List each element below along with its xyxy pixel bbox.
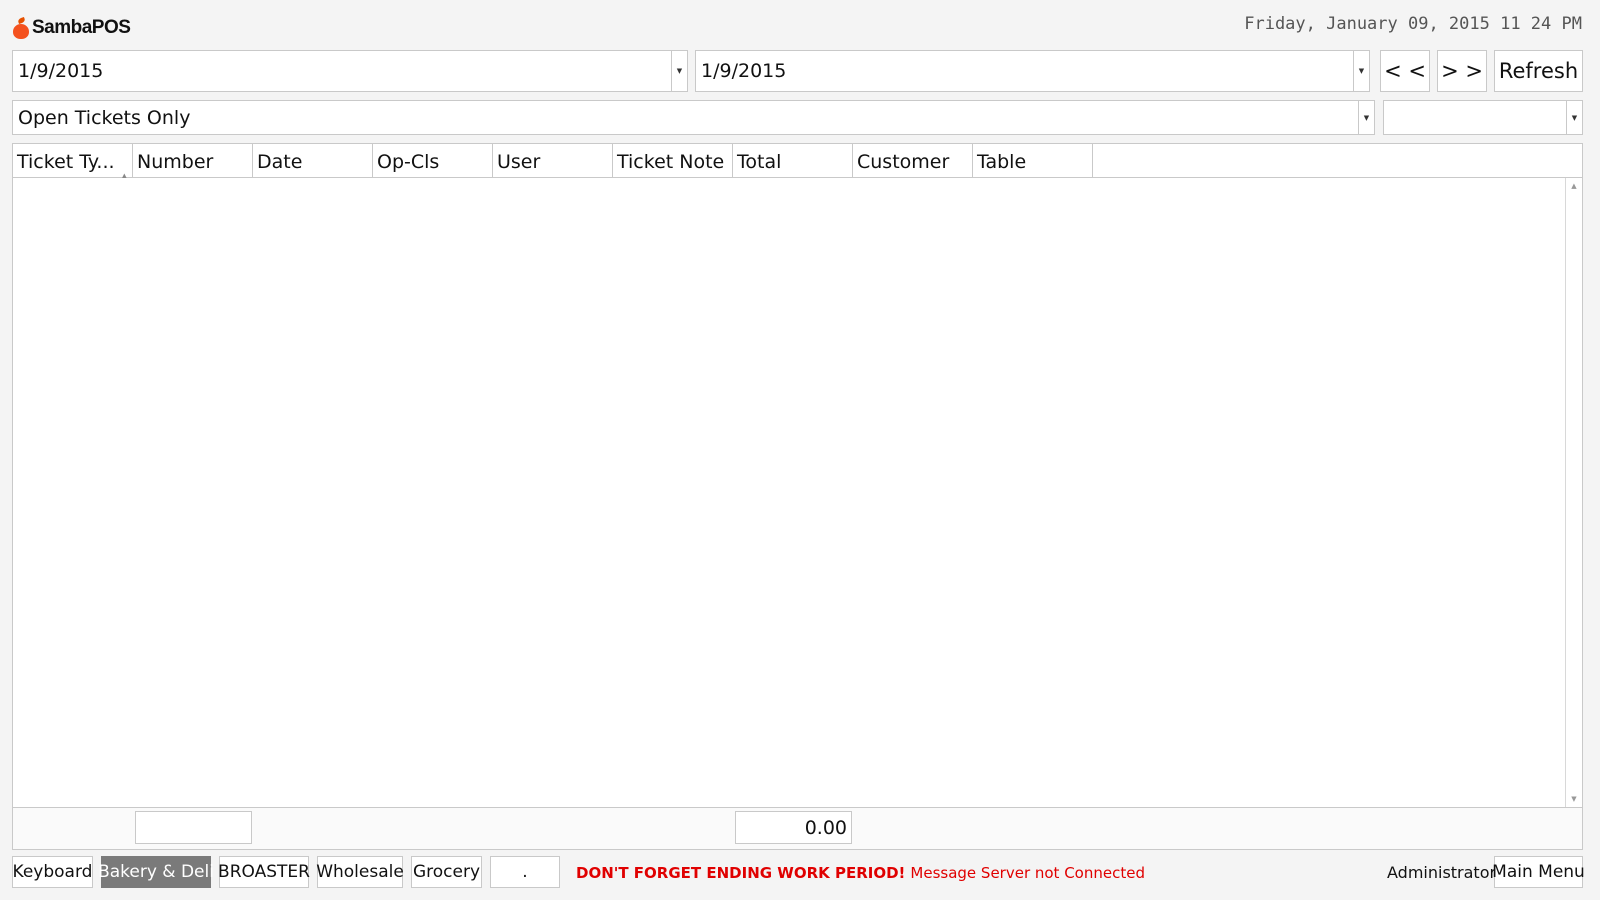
column-header[interactable]: Date [253, 144, 373, 178]
chevron-down-icon[interactable]: ▼ [1566, 101, 1582, 134]
start-date-picker[interactable]: 1/9/2015 ▼ [12, 50, 688, 92]
app-name: SambaPOS [32, 17, 131, 38]
end-date-picker[interactable]: 1/9/2015 ▼ [695, 50, 1370, 92]
column-header[interactable]: Total [733, 144, 853, 178]
tab-broaster[interactable]: BROASTER [218, 856, 310, 888]
refresh-button[interactable]: Refresh [1494, 50, 1583, 92]
grid-header: Ticket Ty... ▲ Number Date Op-Cls User Ti… [13, 144, 1582, 178]
current-user: Administrator [1387, 863, 1497, 882]
ticket-status-value: Open Tickets Only [18, 106, 191, 129]
previous-button[interactable]: < < [1380, 50, 1430, 92]
total-amount-box: 0.00 [735, 811, 852, 844]
ticket-count-box [135, 811, 252, 844]
column-header[interactable]: Table [973, 144, 1093, 178]
status-message: DON'T FORGET ENDING WORK PERIOD! Message … [576, 864, 1145, 882]
clock-display: Friday, January 09, 2015 11 24 PM [1244, 14, 1582, 34]
message-server-status: Message Server not Connected [910, 864, 1145, 882]
tickets-grid[interactable]: Ticket Ty... ▲ Number Date Op-Cls User Ti… [12, 143, 1583, 808]
next-button[interactable]: > > [1437, 50, 1487, 92]
tab-grocery[interactable]: Grocery [411, 856, 482, 888]
totals-row: 0.00 [12, 808, 1583, 850]
chevron-down-icon[interactable]: ▼ [1353, 51, 1369, 91]
apple-icon [12, 16, 30, 39]
chevron-down-icon[interactable]: ▼ [1358, 101, 1374, 134]
column-header[interactable]: Number [133, 144, 253, 178]
start-date-value: 1/9/2015 [18, 60, 104, 82]
tab-dot[interactable]: . [490, 856, 560, 888]
work-period-warning: DON'T FORGET ENDING WORK PERIOD! [576, 864, 906, 882]
column-header[interactable]: Ticket Note [613, 144, 733, 178]
column-header[interactable]: Ticket Ty... ▲ [13, 144, 133, 178]
sort-ascending-icon: ▲ [121, 172, 127, 178]
end-date-value: 1/9/2015 [701, 60, 787, 82]
app-logo: SambaPOS [12, 12, 131, 39]
ticket-status-filter[interactable]: Open Tickets Only ▼ [12, 100, 1375, 135]
main-menu-button[interactable]: Main Menu [1492, 856, 1585, 888]
vertical-scrollbar[interactable]: ▲ ▼ [1565, 178, 1582, 807]
column-header[interactable]: User [493, 144, 613, 178]
column-header[interactable]: Customer [853, 144, 973, 178]
tab-wholesale[interactable]: Wholesale [316, 856, 404, 888]
scroll-up-icon[interactable]: ▲ [1566, 182, 1582, 190]
tab-keyboard[interactable]: Keyboard [12, 856, 93, 888]
chevron-down-icon[interactable]: ▼ [671, 51, 687, 91]
column-header[interactable]: Op-Cls [373, 144, 493, 178]
scroll-down-icon[interactable]: ▼ [1566, 795, 1582, 803]
secondary-filter[interactable]: ▼ [1383, 100, 1583, 135]
tab-bakery-deli[interactable]: Bakery & Deli [98, 856, 214, 888]
